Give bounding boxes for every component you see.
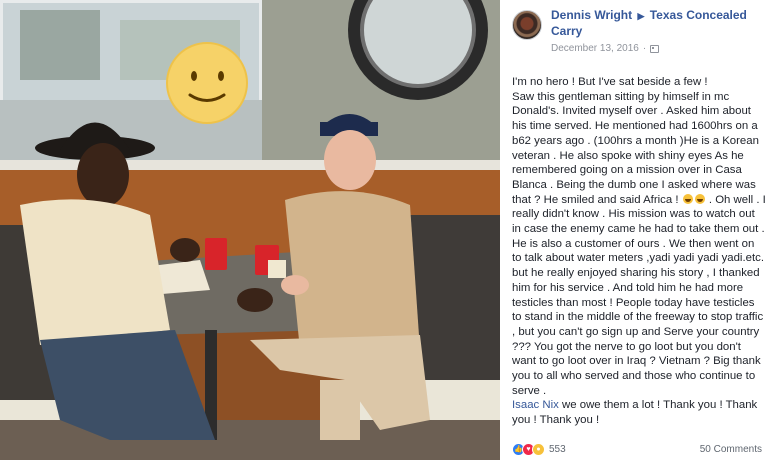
post-paragraph: Saw this gentleman sitting by himself in… bbox=[512, 90, 766, 399]
post-header-text: Dennis Wright ▶ Texas Concealed Carry De… bbox=[551, 8, 762, 54]
post-panel: Dennis Wright ▶ Texas Concealed Carry De… bbox=[500, 0, 770, 460]
photo-illustration bbox=[0, 0, 500, 460]
shared-to-arrow-icon: ▶ bbox=[637, 11, 645, 21]
post-footer: 👍 ♥ ● 553 50 Comments bbox=[512, 440, 762, 458]
separator: · bbox=[642, 43, 647, 54]
post-header: Dennis Wright ▶ Texas Concealed Carry De… bbox=[512, 8, 762, 68]
post-date-link[interactable]: December 13, 2016 bbox=[551, 43, 639, 54]
post-text: Saw this gentleman sitting by himself in… bbox=[512, 90, 759, 206]
post-meta: December 13, 2016 · bbox=[551, 43, 762, 54]
author-avatar[interactable] bbox=[512, 10, 542, 40]
author-name-link[interactable]: Dennis Wright bbox=[551, 8, 632, 22]
mention-link[interactable]: Isaac Nix bbox=[512, 399, 559, 411]
post-body: I'm no hero ! But I've sat beside a few … bbox=[512, 75, 766, 428]
reactions-summary[interactable]: 👍 ♥ ● 553 bbox=[512, 442, 566, 456]
post-photo[interactable] bbox=[0, 0, 500, 460]
reaction-count: 553 bbox=[549, 443, 566, 455]
comments-link[interactable]: 50 Comments bbox=[700, 444, 762, 455]
laughing-emoji-icon bbox=[694, 193, 705, 204]
group-icon[interactable] bbox=[650, 44, 660, 53]
wow-icon: ● bbox=[532, 442, 545, 456]
laughing-emoji-icon bbox=[682, 193, 693, 204]
author-line: Dennis Wright ▶ Texas Concealed Carry bbox=[551, 8, 762, 39]
post-text: . Oh well . I really didn't know . His m… bbox=[512, 193, 766, 397]
post-paragraph: Isaac Nix we owe them a lot ! Thank you … bbox=[512, 398, 766, 427]
post-paragraph: I'm no hero ! But I've sat beside a few … bbox=[512, 76, 708, 88]
